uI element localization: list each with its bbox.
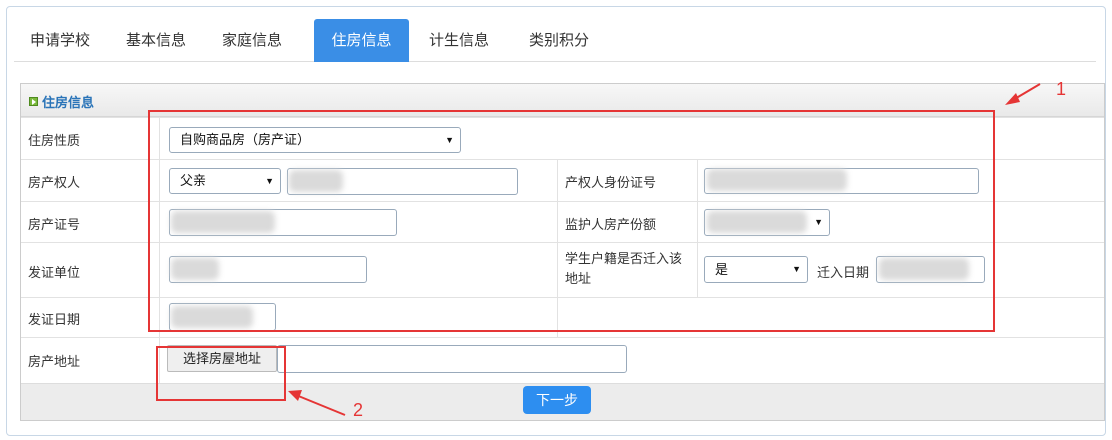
- arrow-1-head: [1005, 93, 1020, 105]
- arrow-2-head: [288, 390, 302, 401]
- arrow-2-shaft: [295, 394, 346, 416]
- annotation-label-1: 1: [1056, 79, 1067, 99]
- annotation-arrows: [288, 83, 1041, 416]
- annotation-label-2: 2: [353, 400, 364, 420]
